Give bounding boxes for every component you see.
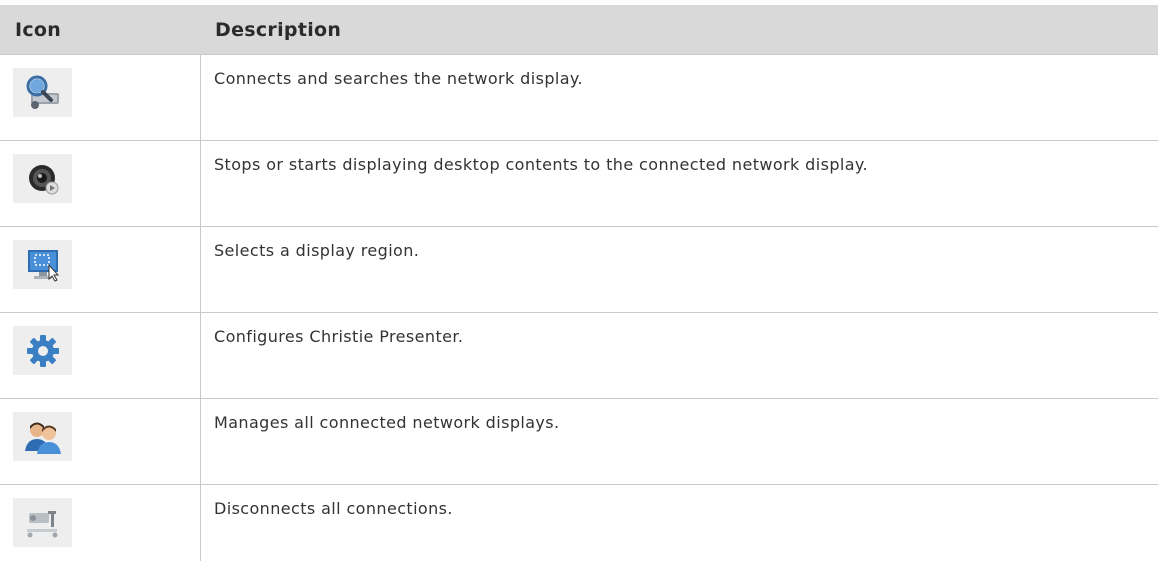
gear-icon [13,326,72,375]
description-cell: Manages all connected network displays. [214,413,560,432]
network-search-icon [13,68,72,117]
description-cell: Selects a display region. [214,241,420,260]
table-header: Icon Description [0,5,1158,55]
description-cell: Configures Christie Presenter. [214,327,464,346]
table-row: Configures Christie Presenter. [0,313,1158,399]
table-row: Connects and searches the network displa… [0,55,1158,141]
description-cell: Stops or starts displaying desktop conte… [214,155,869,174]
table-row: Stops or starts displaying desktop conte… [0,141,1158,227]
icon-cell [0,227,201,312]
description-cell: Disconnects all connections. [214,499,453,518]
icon-cell [0,313,201,398]
region-select-icon [13,240,72,289]
table-row: Selects a display region. [0,227,1158,313]
icon-cell [0,55,201,140]
header-description-column: Description [215,18,342,41]
table-row: Manages all connected network displays. [0,399,1158,485]
icon-cell [0,399,201,484]
icon-description-table: Icon Description Connects and searches t… [0,5,1158,561]
disconnect-icon [13,498,72,547]
icon-cell [0,485,201,561]
description-cell: Connects and searches the network displa… [214,69,584,88]
users-icon [13,412,72,461]
table-row: Disconnects all connections. [0,485,1158,561]
header-icon-column: Icon [15,18,62,41]
camera-play-icon [13,154,72,203]
icon-cell [0,141,201,226]
